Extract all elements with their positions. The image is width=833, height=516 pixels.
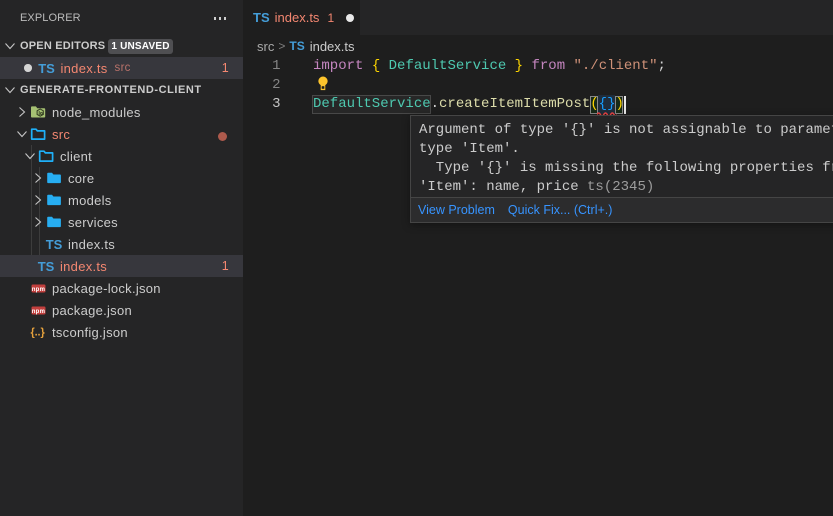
svg-text:npm: npm [31, 286, 45, 292]
svg-text:npm: npm [31, 308, 45, 314]
svg-text:{..}: {..} [31, 327, 46, 339]
